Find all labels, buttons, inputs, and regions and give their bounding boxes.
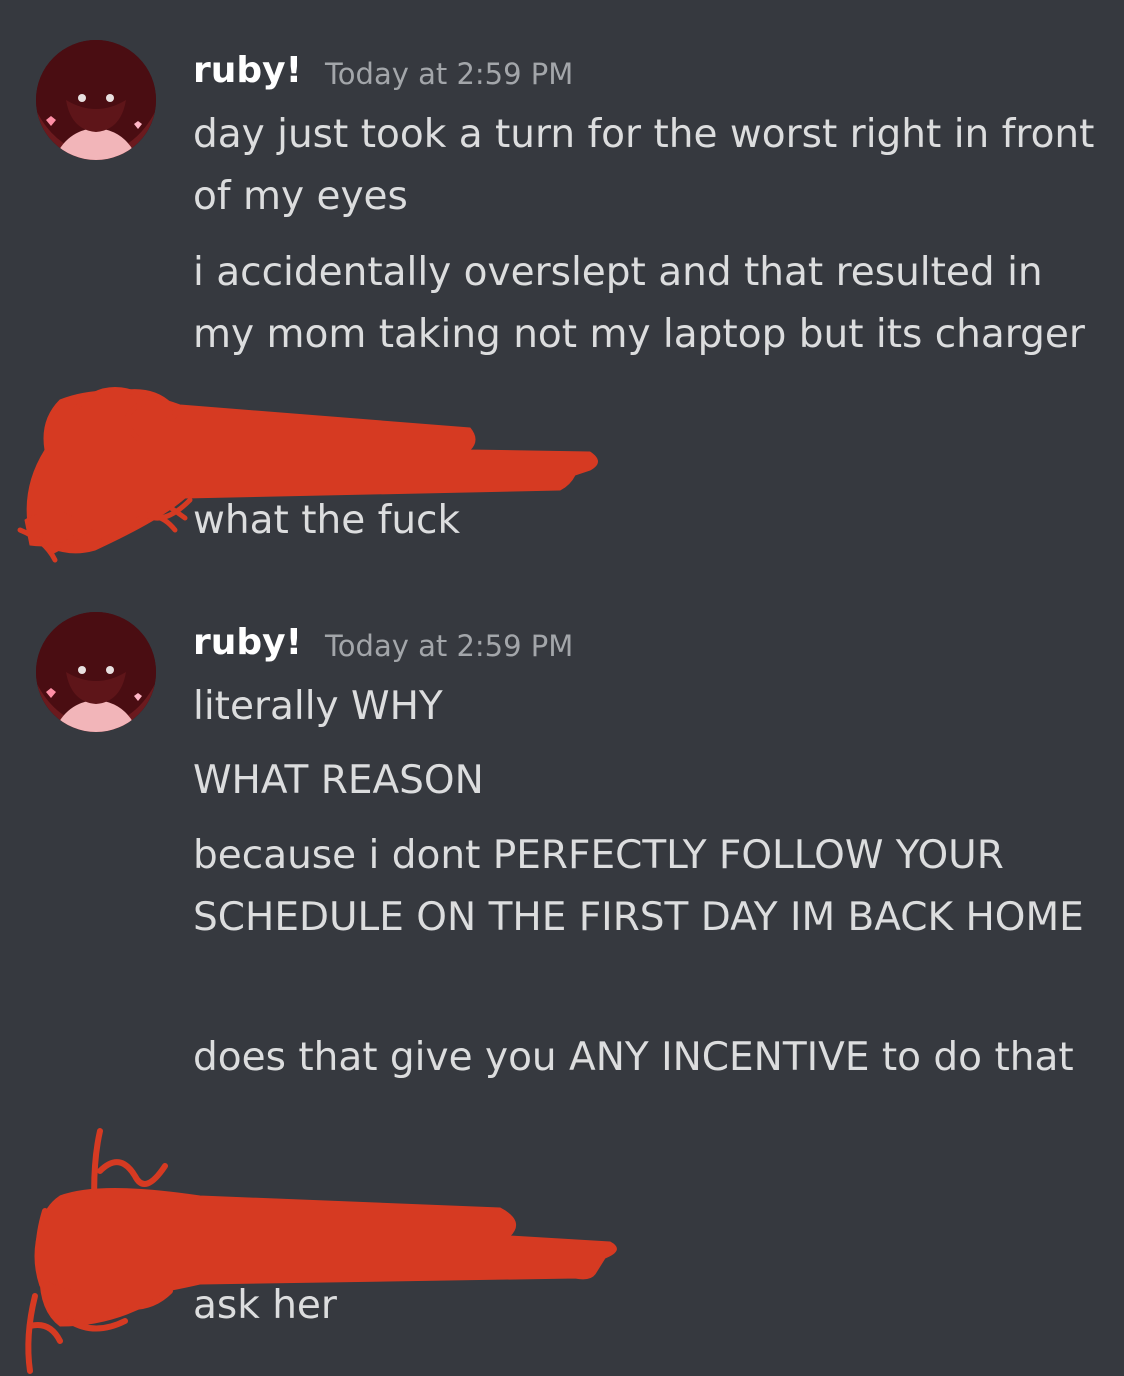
user-avatar[interactable]	[36, 40, 156, 160]
timestamp: Today at 2:59 PM	[325, 629, 574, 663]
message-text: day just took a turn for the worst right…	[193, 112, 1095, 219]
message-text: WHAT REASON	[193, 758, 484, 803]
username[interactable]: ruby!	[193, 50, 302, 91]
message-text: because i dont PERFECTLY FOLLOW YOUR SCH…	[193, 833, 1084, 940]
message-text: does that give you ANY INCENTIVE to do t…	[193, 1035, 1074, 1080]
message-text: i accidentally overslept and that result…	[193, 250, 1085, 357]
message-text: ask her	[193, 1283, 337, 1328]
timestamp: Today at 2:59 PM	[325, 57, 574, 91]
user-avatar[interactable]	[36, 612, 156, 732]
message-text: literally WHY	[193, 684, 443, 729]
message-text: what the fuck	[193, 498, 461, 543]
ruby-avatar-icon	[36, 40, 156, 160]
username[interactable]: ruby!	[193, 622, 302, 663]
ruby-avatar-icon	[36, 612, 156, 732]
redaction-scribble	[25, 1128, 617, 1374]
